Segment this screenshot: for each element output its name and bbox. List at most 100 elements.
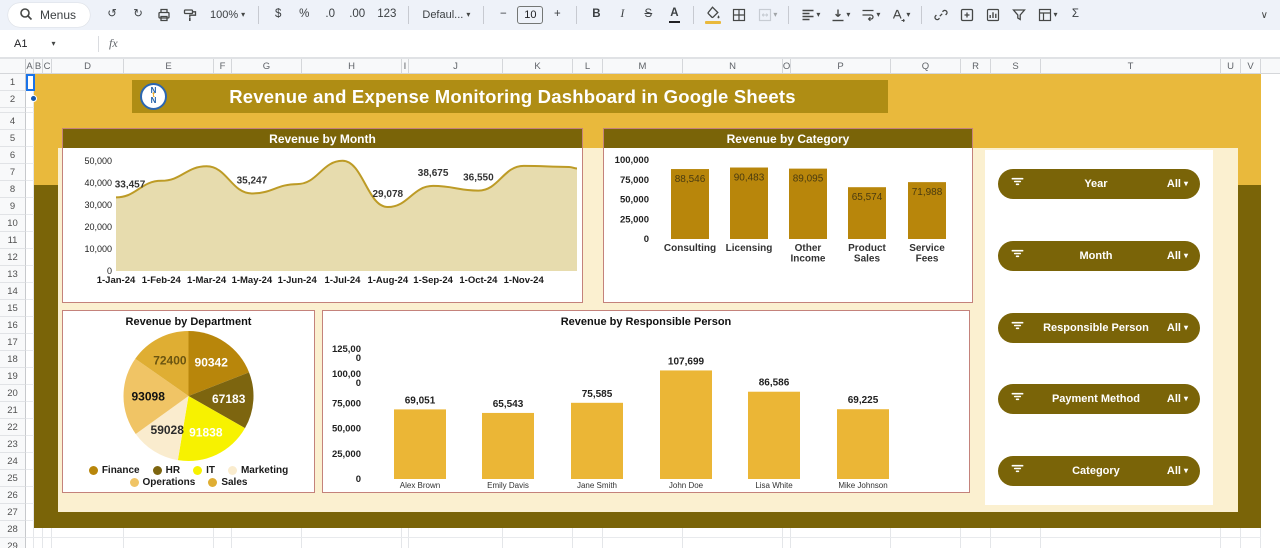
column-header-O[interactable]: O xyxy=(783,59,791,73)
name-box[interactable]: A1 ▾ xyxy=(0,38,96,50)
filter-pill-category[interactable]: Category All ▾ xyxy=(998,456,1200,486)
legend-item-finance[interactable]: Finance xyxy=(88,465,140,476)
column-header-F[interactable]: F xyxy=(214,59,232,73)
vertical-align-button[interactable]: ▾ xyxy=(826,3,854,27)
fill-color-button[interactable] xyxy=(701,3,725,27)
menus-button[interactable]: Menus xyxy=(8,3,91,27)
row-header[interactable]: 15 xyxy=(0,300,26,317)
table-views-button[interactable]: ▾ xyxy=(1033,3,1061,27)
column-header-R[interactable]: R xyxy=(961,59,991,73)
row-header[interactable]: 8 xyxy=(0,181,26,198)
column-header-D[interactable]: D xyxy=(52,59,124,73)
increase-decimal-button[interactable]: .00 xyxy=(344,3,370,27)
filter-pill-payment-method[interactable]: Payment Method All ▾ xyxy=(998,384,1200,415)
row-header[interactable]: 17 xyxy=(0,334,26,351)
filter-pill-month[interactable]: Month All ▾ xyxy=(998,240,1200,271)
column-header-H[interactable]: H xyxy=(302,59,402,73)
text-rotation-button[interactable]: ▾ xyxy=(886,3,914,27)
column-header-S[interactable]: S xyxy=(991,59,1041,73)
filter-value-dropdown[interactable]: All ▾ xyxy=(1167,465,1188,477)
filter-value-dropdown[interactable]: All ▾ xyxy=(1167,393,1188,405)
column-header-M[interactable]: M xyxy=(603,59,683,73)
column-header-J[interactable]: J xyxy=(409,59,503,73)
row-header[interactable]: 22 xyxy=(0,419,26,436)
toolbar-collapse-button[interactable]: ∨ xyxy=(1261,10,1272,21)
column-header-Q[interactable]: Q xyxy=(891,59,961,73)
column-header-P[interactable]: P xyxy=(791,59,891,73)
column-header-T[interactable]: T xyxy=(1041,59,1221,73)
number-format-button[interactable]: 123 xyxy=(372,3,401,27)
row-header[interactable]: 9 xyxy=(0,198,26,215)
italic-button[interactable]: I xyxy=(610,3,634,27)
print-button[interactable] xyxy=(152,3,176,27)
row-header[interactable]: 13 xyxy=(0,266,26,283)
row-header[interactable]: 18 xyxy=(0,351,26,368)
text-wrap-button[interactable]: ▾ xyxy=(856,3,884,27)
column-header-I[interactable]: I xyxy=(402,59,409,73)
column-header-N[interactable]: N xyxy=(683,59,783,73)
redo-button[interactable]: ↻ xyxy=(126,3,150,27)
row-header[interactable]: 16 xyxy=(0,317,26,334)
font-select[interactable]: Defaul... ▾ xyxy=(416,3,476,27)
increase-font-size-button[interactable]: + xyxy=(545,3,569,27)
row-header[interactable]: 27 xyxy=(0,504,26,521)
row-header[interactable]: 7 xyxy=(0,164,26,181)
row-header[interactable]: 28 xyxy=(0,521,26,538)
borders-button[interactable] xyxy=(727,3,751,27)
insert-comment-button[interactable] xyxy=(955,3,979,27)
decrease-decimal-button[interactable]: .0 xyxy=(318,3,342,27)
font-size-input[interactable]: 10 xyxy=(517,6,544,24)
corner-box[interactable] xyxy=(0,59,26,73)
row-header[interactable]: 11 xyxy=(0,232,26,249)
functions-button[interactable]: Σ xyxy=(1063,3,1087,27)
filter-value-dropdown[interactable]: All ▾ xyxy=(1167,178,1188,190)
row-header[interactable]: 20 xyxy=(0,385,26,402)
revenue-by-responsible-person-chart[interactable]: Revenue by Responsible Person 0 25,000 50,… xyxy=(322,310,970,493)
paint-format-button[interactable] xyxy=(178,3,202,27)
row-header[interactable]: 1 xyxy=(0,74,26,91)
row-header[interactable]: 21 xyxy=(0,402,26,419)
horizontal-align-button[interactable]: ▾ xyxy=(796,3,824,27)
legend-item-sales[interactable]: Sales xyxy=(208,477,247,488)
column-header-A[interactable]: A xyxy=(26,59,34,73)
legend-item-marketing[interactable]: Marketing xyxy=(227,465,288,476)
row-header[interactable]: 5 xyxy=(0,130,26,147)
row-header[interactable]: 6 xyxy=(0,147,26,164)
format-currency-button[interactable]: $ xyxy=(266,3,290,27)
row-header[interactable]: 26 xyxy=(0,487,26,504)
row-header[interactable]: 2 xyxy=(0,91,26,108)
merge-cells-button[interactable]: ▾ xyxy=(753,3,781,27)
column-header-C[interactable]: C xyxy=(43,59,52,73)
filter-pill-year[interactable]: Year All ▾ xyxy=(998,169,1200,199)
row-header[interactable]: 29 xyxy=(0,538,26,548)
legend-item-hr[interactable]: HR xyxy=(152,465,180,476)
zoom-select[interactable]: 100% ▾ xyxy=(204,3,251,27)
column-header-B[interactable]: B xyxy=(34,59,43,73)
insert-link-button[interactable] xyxy=(929,3,953,27)
column-header-V[interactable]: V xyxy=(1241,59,1261,73)
row-header[interactable]: 14 xyxy=(0,283,26,300)
revenue-by-month-chart[interactable]: Revenue by Month 0 10,000 20,000 30,000 40,0… xyxy=(62,128,583,303)
filter-value-dropdown[interactable]: All ▾ xyxy=(1167,250,1188,262)
format-percent-button[interactable]: % xyxy=(292,3,316,27)
row-header[interactable]: 24 xyxy=(0,453,26,470)
column-header-E[interactable]: E xyxy=(124,59,214,73)
bold-button[interactable]: B xyxy=(584,3,608,27)
row-header[interactable]: 12 xyxy=(0,249,26,266)
spreadsheet-grid[interactable]: 1 2 4 5 6 7 8 9 10 11 12 13 14 15 16 17 18 19 20 21 22 23 24 25… xyxy=(0,74,1280,548)
column-header-L[interactable]: L xyxy=(573,59,603,73)
revenue-by-department-chart[interactable]: Revenue by Department 90342 67183 91838 590… xyxy=(62,310,315,493)
row-header[interactable]: 19 xyxy=(0,368,26,385)
text-color-button[interactable]: A xyxy=(662,3,686,27)
row-header[interactable]: 25 xyxy=(0,470,26,487)
insert-chart-button[interactable] xyxy=(981,3,1005,27)
decrease-font-size-button[interactable]: − xyxy=(491,3,515,27)
legend-item-it[interactable]: IT xyxy=(193,465,215,476)
revenue-by-category-chart[interactable]: Revenue by Category 0 25,000 50,000 75,000 1… xyxy=(603,128,973,303)
create-filter-button[interactable] xyxy=(1007,3,1031,27)
column-header-G[interactable]: G xyxy=(232,59,302,73)
row-header[interactable]: 4 xyxy=(0,113,26,130)
filter-value-dropdown[interactable]: All ▾ xyxy=(1167,322,1188,334)
row-header[interactable]: 10 xyxy=(0,215,26,232)
column-header-U[interactable]: U xyxy=(1221,59,1241,73)
